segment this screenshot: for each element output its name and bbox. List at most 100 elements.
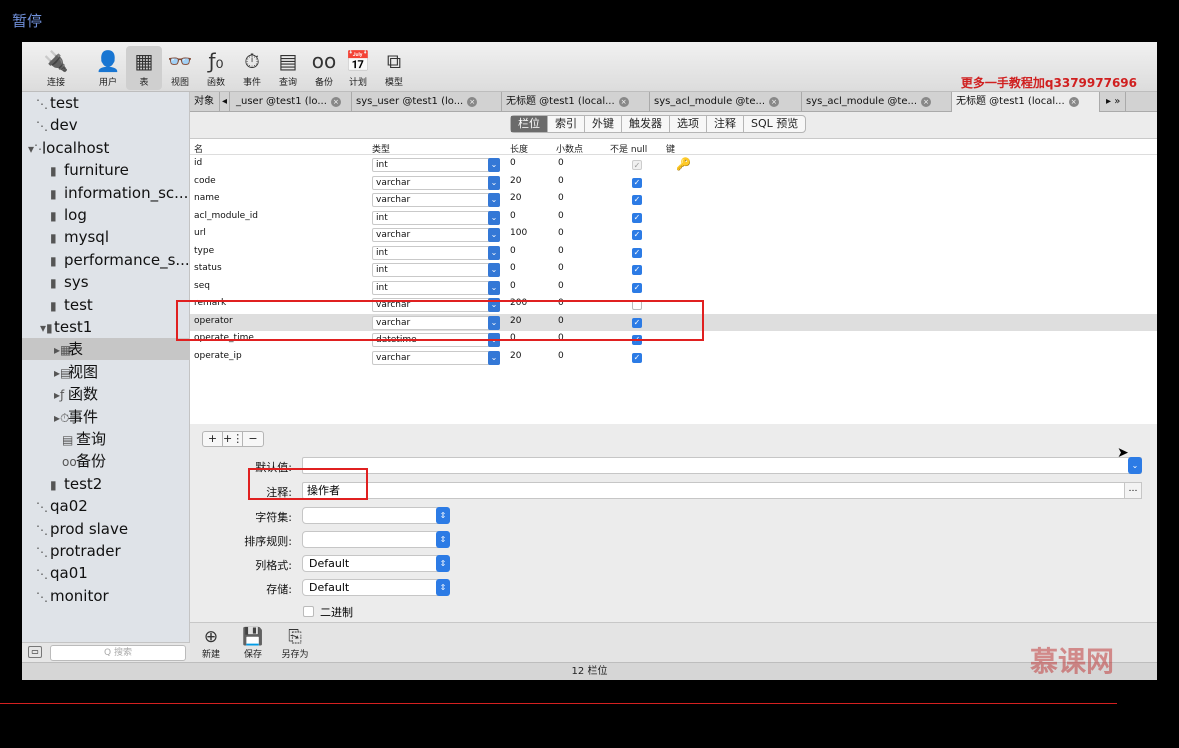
- subtab[interactable]: 索引: [548, 116, 585, 132]
- sidebar-item[interactable]: ▮ sys: [22, 271, 190, 293]
- notnull-checkbox[interactable]: ✓: [632, 352, 642, 363]
- field-row[interactable]: status int ⌄ 0 0 ✓: [190, 261, 1157, 279]
- sidebar-search-input[interactable]: Q 搜索: [50, 645, 186, 661]
- field-row[interactable]: acl_module_id int ⌄ 0 0 ✓: [190, 209, 1157, 227]
- sidebar-item[interactable]: ▮ furniture: [22, 159, 190, 181]
- field-type-select[interactable]: varchar ⌄: [372, 350, 500, 365]
- tab-overflow-icon[interactable]: ▸ »: [1102, 92, 1126, 112]
- sidebar-item[interactable]: ▤ 查询: [22, 428, 190, 450]
- sidebar-item[interactable]: ▸▦表: [22, 338, 190, 361]
- toolbar-query-button[interactable]: ▤ 查询: [270, 46, 306, 90]
- sidebar-item[interactable]: ▮ log: [22, 204, 190, 226]
- sidebar-item[interactable]: oo备份: [22, 450, 190, 472]
- toolbar-user-button[interactable]: 👤 用户: [90, 46, 126, 90]
- sidebar-item[interactable]: ▸ƒ 函数: [22, 383, 190, 405]
- field-row[interactable]: url varchar ⌄ 100 0 ✓: [190, 226, 1157, 244]
- toolbar-table-button[interactable]: ▦ 表: [126, 46, 162, 90]
- toolbar-function-button[interactable]: ƒ₀ 函数: [198, 46, 234, 90]
- sidebar-toggle-icon[interactable]: ▭: [28, 646, 42, 658]
- field-decimal[interactable]: 0: [558, 281, 564, 291]
- field-decimal[interactable]: 0: [558, 351, 564, 361]
- field-decimal[interactable]: 0: [558, 176, 564, 186]
- field-decimal[interactable]: 0: [558, 193, 564, 203]
- sidebar-item[interactable]: ▮ performance_s...: [22, 249, 190, 271]
- subtab[interactable]: 选项: [670, 116, 707, 132]
- collation-select[interactable]: ⇕: [302, 531, 450, 548]
- subtab[interactable]: 栏位: [511, 116, 548, 132]
- field-type-select[interactable]: varchar ⌄: [372, 193, 500, 207]
- sidebar-item[interactable]: ▾⋱localhost: [22, 137, 190, 159]
- editor-tab[interactable]: sys_acl_module @te... ×: [802, 92, 952, 112]
- field-type-select[interactable]: varchar ⌄: [372, 228, 500, 242]
- notnull-checkbox[interactable]: ✓: [632, 265, 642, 275]
- editor-tab[interactable]: 无标题 @test1 (local... ×: [952, 92, 1100, 112]
- save-button[interactable]: 💾 保存: [236, 627, 270, 660]
- field-name[interactable]: type: [194, 246, 214, 256]
- sidebar-item[interactable]: ⋱ qa02: [22, 495, 190, 517]
- notnull-checkbox[interactable]: ✓: [632, 230, 642, 240]
- sidebar-item[interactable]: ▸⏱事件: [22, 406, 190, 428]
- field-type-select[interactable]: int ⌄: [372, 158, 500, 172]
- field-length[interactable]: 0: [510, 158, 516, 168]
- field-type-select[interactable]: int ⌄: [372, 280, 500, 295]
- field-row[interactable]: seq int ⌄ 0 0 ✓: [190, 279, 1157, 297]
- field-row[interactable]: type int ⌄ 0 0 ✓: [190, 244, 1157, 262]
- field-name[interactable]: url: [194, 228, 206, 238]
- sidebar-item[interactable]: ⋱ prod slave: [22, 518, 190, 540]
- field-row[interactable]: id int ⌄ 0 0 ✓ 🔑: [190, 156, 1157, 174]
- sidebar-item[interactable]: ▸▤视图: [22, 361, 190, 383]
- default-dropdown-icon[interactable]: ⌄: [1128, 457, 1142, 474]
- field-name[interactable]: status: [194, 263, 222, 273]
- field-name[interactable]: seq: [194, 281, 210, 291]
- field-length[interactable]: 20: [510, 193, 521, 203]
- toolbar-schedule-button[interactable]: 📅 计划: [340, 46, 376, 90]
- subtab[interactable]: SQL 预览: [744, 116, 805, 132]
- chevron-down-icon[interactable]: ⌄: [488, 228, 500, 242]
- field-length[interactable]: 0: [510, 263, 516, 273]
- charset-select[interactable]: ⇕: [302, 507, 450, 524]
- sidebar-item[interactable]: ▾▮test1: [22, 316, 190, 338]
- editor-tab[interactable]: sys_acl_module @te... ×: [650, 92, 802, 112]
- toolbar-event-button[interactable]: ⏱ 事件: [234, 46, 270, 90]
- field-length[interactable]: 0: [510, 211, 516, 221]
- sidebar-item[interactable]: ⋱ test: [22, 92, 190, 114]
- field-type-select[interactable]: int ⌄: [372, 210, 500, 225]
- notnull-checkbox[interactable]: ✓: [632, 247, 642, 258]
- field-row[interactable]: code varchar ⌄ 20 0 ✓: [190, 174, 1157, 192]
- chevron-down-icon[interactable]: ⌄: [488, 175, 500, 190]
- field-row[interactable]: name varchar ⌄ 20 0 ✓: [190, 191, 1157, 209]
- tab-close-icon[interactable]: ×: [769, 97, 780, 107]
- field-name[interactable]: operate_ip: [194, 351, 242, 361]
- subtab[interactable]: 触发器: [622, 116, 670, 132]
- toolbar-backup-button[interactable]: oo 备份: [306, 46, 342, 90]
- sidebar-item[interactable]: ⋱ qa01: [22, 562, 190, 584]
- field-decimal[interactable]: 0: [558, 228, 564, 238]
- field-decimal[interactable]: 0: [558, 246, 564, 256]
- sidebar-item[interactable]: ▮ mysql: [22, 226, 190, 248]
- storage-select[interactable]: Default ⇕: [302, 579, 450, 596]
- notnull-checkbox[interactable]: ✓: [632, 177, 642, 188]
- field-type-select[interactable]: int ⌄: [372, 245, 500, 260]
- toolbar-model-button[interactable]: ⧉ 模型: [376, 46, 412, 90]
- colformat-select[interactable]: Default ⇕: [302, 555, 450, 572]
- binary-checkbox[interactable]: [303, 606, 314, 617]
- subtab[interactable]: 注释: [707, 116, 744, 132]
- sidebar-item[interactable]: ▮ test2: [22, 473, 190, 495]
- tab-close-icon[interactable]: ×: [618, 97, 629, 107]
- sidebar-item[interactable]: ▮ test: [22, 294, 190, 316]
- editor-tab[interactable]: _user @test1 (lo... ×: [232, 92, 352, 112]
- field-length[interactable]: 0: [510, 246, 516, 256]
- field-name[interactable]: id: [194, 158, 202, 168]
- sidebar-item[interactable]: ▮ information_sc...: [22, 182, 190, 204]
- field-decimal[interactable]: 0: [558, 211, 564, 221]
- new-button[interactable]: ⊕ 新建: [194, 627, 228, 660]
- field-name[interactable]: code: [194, 176, 216, 186]
- tab-close-icon[interactable]: ×: [1068, 97, 1079, 107]
- sidebar-item[interactable]: ⋱ protrader: [22, 540, 190, 562]
- sidebar-item[interactable]: ⋱ monitor: [22, 585, 190, 607]
- tab-close-icon[interactable]: ×: [921, 97, 932, 107]
- notnull-checkbox[interactable]: ✓: [632, 195, 642, 205]
- comment-more-icon[interactable]: …: [1124, 482, 1142, 499]
- notnull-checkbox[interactable]: ✓: [632, 282, 642, 293]
- field-length[interactable]: 0: [510, 281, 516, 291]
